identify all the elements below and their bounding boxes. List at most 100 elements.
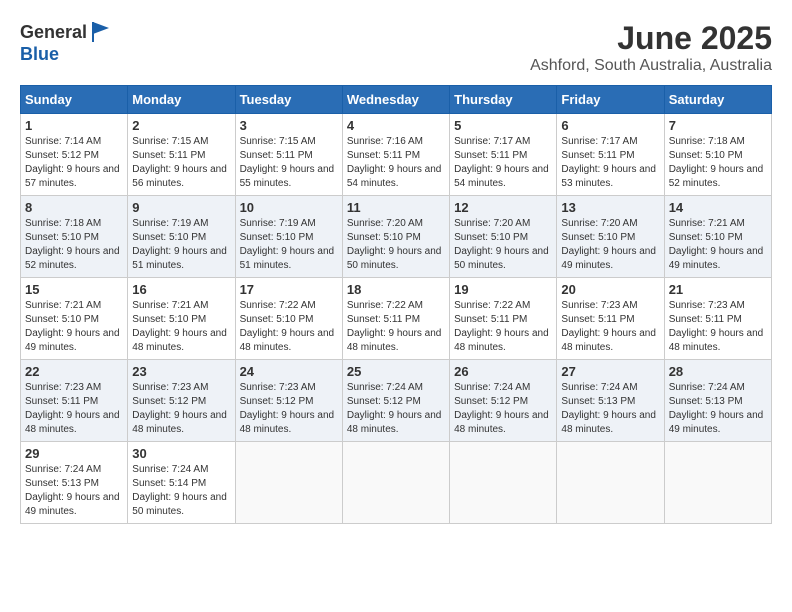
calendar-cell: 2 Sunrise: 7:15 AM Sunset: 5:11 PM Dayli… xyxy=(128,114,235,196)
day-info: Sunrise: 7:18 AM Sunset: 5:10 PM Dayligh… xyxy=(669,135,767,191)
day-number: 29 xyxy=(25,446,123,461)
day-number: 22 xyxy=(25,364,123,379)
calendar-cell: 25 Sunrise: 7:24 AM Sunset: 5:12 PM Dayl… xyxy=(342,360,449,442)
day-info: Sunrise: 7:22 AM Sunset: 5:11 PM Dayligh… xyxy=(454,299,552,355)
calendar-cell: 21 Sunrise: 7:23 AM Sunset: 5:11 PM Dayl… xyxy=(664,278,771,360)
header: General Blue June 2025 Ashford, South Au… xyxy=(10,10,782,80)
day-number: 28 xyxy=(669,364,767,379)
day-info: Sunrise: 7:24 AM Sunset: 5:13 PM Dayligh… xyxy=(25,463,123,519)
day-number: 21 xyxy=(669,282,767,297)
day-number: 8 xyxy=(25,200,123,215)
day-number: 6 xyxy=(561,118,659,133)
week-row-4: 22 Sunrise: 7:23 AM Sunset: 5:11 PM Dayl… xyxy=(21,360,772,442)
header-friday: Friday xyxy=(557,86,664,114)
day-number: 18 xyxy=(347,282,445,297)
day-number: 11 xyxy=(347,200,445,215)
day-number: 10 xyxy=(240,200,338,215)
day-number: 27 xyxy=(561,364,659,379)
day-info: Sunrise: 7:24 AM Sunset: 5:13 PM Dayligh… xyxy=(669,381,767,437)
day-info: Sunrise: 7:22 AM Sunset: 5:10 PM Dayligh… xyxy=(240,299,338,355)
calendar-cell: 18 Sunrise: 7:22 AM Sunset: 5:11 PM Dayl… xyxy=(342,278,449,360)
day-number: 9 xyxy=(132,200,230,215)
day-number: 2 xyxy=(132,118,230,133)
header-sunday: Sunday xyxy=(21,86,128,114)
header-thursday: Thursday xyxy=(450,86,557,114)
logo-general-text: General xyxy=(20,22,87,43)
day-info: Sunrise: 7:20 AM Sunset: 5:10 PM Dayligh… xyxy=(561,217,659,273)
week-row-2: 8 Sunrise: 7:18 AM Sunset: 5:10 PM Dayli… xyxy=(21,196,772,278)
day-info: Sunrise: 7:18 AM Sunset: 5:10 PM Dayligh… xyxy=(25,217,123,273)
day-info: Sunrise: 7:17 AM Sunset: 5:11 PM Dayligh… xyxy=(454,135,552,191)
day-info: Sunrise: 7:21 AM Sunset: 5:10 PM Dayligh… xyxy=(669,217,767,273)
calendar-cell xyxy=(450,442,557,524)
day-info: Sunrise: 7:19 AM Sunset: 5:10 PM Dayligh… xyxy=(132,217,230,273)
calendar-cell: 14 Sunrise: 7:21 AM Sunset: 5:10 PM Dayl… xyxy=(664,196,771,278)
header-tuesday: Tuesday xyxy=(235,86,342,114)
calendar-cell: 28 Sunrise: 7:24 AM Sunset: 5:13 PM Dayl… xyxy=(664,360,771,442)
calendar-cell: 23 Sunrise: 7:23 AM Sunset: 5:12 PM Dayl… xyxy=(128,360,235,442)
location-subtitle: Ashford, South Australia, Australia xyxy=(530,57,772,75)
calendar-cell: 10 Sunrise: 7:19 AM Sunset: 5:10 PM Dayl… xyxy=(235,196,342,278)
calendar-cell: 22 Sunrise: 7:23 AM Sunset: 5:11 PM Dayl… xyxy=(21,360,128,442)
calendar-cell: 4 Sunrise: 7:16 AM Sunset: 5:11 PM Dayli… xyxy=(342,114,449,196)
day-number: 26 xyxy=(454,364,552,379)
day-number: 14 xyxy=(669,200,767,215)
calendar-cell: 5 Sunrise: 7:17 AM Sunset: 5:11 PM Dayli… xyxy=(450,114,557,196)
calendar-cell: 6 Sunrise: 7:17 AM Sunset: 5:11 PM Dayli… xyxy=(557,114,664,196)
day-info: Sunrise: 7:24 AM Sunset: 5:12 PM Dayligh… xyxy=(454,381,552,437)
calendar-cell: 16 Sunrise: 7:21 AM Sunset: 5:10 PM Dayl… xyxy=(128,278,235,360)
day-info: Sunrise: 7:20 AM Sunset: 5:10 PM Dayligh… xyxy=(454,217,552,273)
day-number: 15 xyxy=(25,282,123,297)
calendar-cell: 8 Sunrise: 7:18 AM Sunset: 5:10 PM Dayli… xyxy=(21,196,128,278)
day-info: Sunrise: 7:14 AM Sunset: 5:12 PM Dayligh… xyxy=(25,135,123,191)
day-info: Sunrise: 7:24 AM Sunset: 5:12 PM Dayligh… xyxy=(347,381,445,437)
day-info: Sunrise: 7:23 AM Sunset: 5:11 PM Dayligh… xyxy=(25,381,123,437)
day-info: Sunrise: 7:20 AM Sunset: 5:10 PM Dayligh… xyxy=(347,217,445,273)
day-number: 17 xyxy=(240,282,338,297)
day-number: 25 xyxy=(347,364,445,379)
day-number: 7 xyxy=(669,118,767,133)
day-number: 20 xyxy=(561,282,659,297)
day-number: 30 xyxy=(132,446,230,461)
logo-blue-text: Blue xyxy=(20,44,59,65)
calendar-cell: 27 Sunrise: 7:24 AM Sunset: 5:13 PM Dayl… xyxy=(557,360,664,442)
calendar-cell xyxy=(664,442,771,524)
calendar-cell: 30 Sunrise: 7:24 AM Sunset: 5:14 PM Dayl… xyxy=(128,442,235,524)
calendar-cell: 7 Sunrise: 7:18 AM Sunset: 5:10 PM Dayli… xyxy=(664,114,771,196)
day-number: 3 xyxy=(240,118,338,133)
day-number: 12 xyxy=(454,200,552,215)
calendar-cell: 9 Sunrise: 7:19 AM Sunset: 5:10 PM Dayli… xyxy=(128,196,235,278)
day-info: Sunrise: 7:23 AM Sunset: 5:12 PM Dayligh… xyxy=(132,381,230,437)
day-info: Sunrise: 7:15 AM Sunset: 5:11 PM Dayligh… xyxy=(132,135,230,191)
calendar-table: Sunday Monday Tuesday Wednesday Thursday… xyxy=(20,85,772,524)
day-info: Sunrise: 7:16 AM Sunset: 5:11 PM Dayligh… xyxy=(347,135,445,191)
calendar-cell: 1 Sunrise: 7:14 AM Sunset: 5:12 PM Dayli… xyxy=(21,114,128,196)
day-number: 19 xyxy=(454,282,552,297)
calendar-cell xyxy=(235,442,342,524)
week-row-5: 29 Sunrise: 7:24 AM Sunset: 5:13 PM Dayl… xyxy=(21,442,772,524)
day-number: 13 xyxy=(561,200,659,215)
day-number: 16 xyxy=(132,282,230,297)
calendar-cell: 19 Sunrise: 7:22 AM Sunset: 5:11 PM Dayl… xyxy=(450,278,557,360)
day-number: 5 xyxy=(454,118,552,133)
header-wednesday: Wednesday xyxy=(342,86,449,114)
logo-flag-icon xyxy=(89,20,113,44)
calendar-cell: 11 Sunrise: 7:20 AM Sunset: 5:10 PM Dayl… xyxy=(342,196,449,278)
day-info: Sunrise: 7:23 AM Sunset: 5:12 PM Dayligh… xyxy=(240,381,338,437)
calendar-cell xyxy=(342,442,449,524)
day-number: 23 xyxy=(132,364,230,379)
calendar-cell xyxy=(557,442,664,524)
day-info: Sunrise: 7:21 AM Sunset: 5:10 PM Dayligh… xyxy=(132,299,230,355)
day-info: Sunrise: 7:22 AM Sunset: 5:11 PM Dayligh… xyxy=(347,299,445,355)
header-saturday: Saturday xyxy=(664,86,771,114)
day-number: 24 xyxy=(240,364,338,379)
calendar-cell: 13 Sunrise: 7:20 AM Sunset: 5:10 PM Dayl… xyxy=(557,196,664,278)
calendar-cell: 24 Sunrise: 7:23 AM Sunset: 5:12 PM Dayl… xyxy=(235,360,342,442)
day-info: Sunrise: 7:17 AM Sunset: 5:11 PM Dayligh… xyxy=(561,135,659,191)
day-info: Sunrise: 7:19 AM Sunset: 5:10 PM Dayligh… xyxy=(240,217,338,273)
calendar-cell: 29 Sunrise: 7:24 AM Sunset: 5:13 PM Dayl… xyxy=(21,442,128,524)
day-info: Sunrise: 7:21 AM Sunset: 5:10 PM Dayligh… xyxy=(25,299,123,355)
header-monday: Monday xyxy=(128,86,235,114)
day-info: Sunrise: 7:23 AM Sunset: 5:11 PM Dayligh… xyxy=(669,299,767,355)
month-year-title: June 2025 xyxy=(530,20,772,57)
